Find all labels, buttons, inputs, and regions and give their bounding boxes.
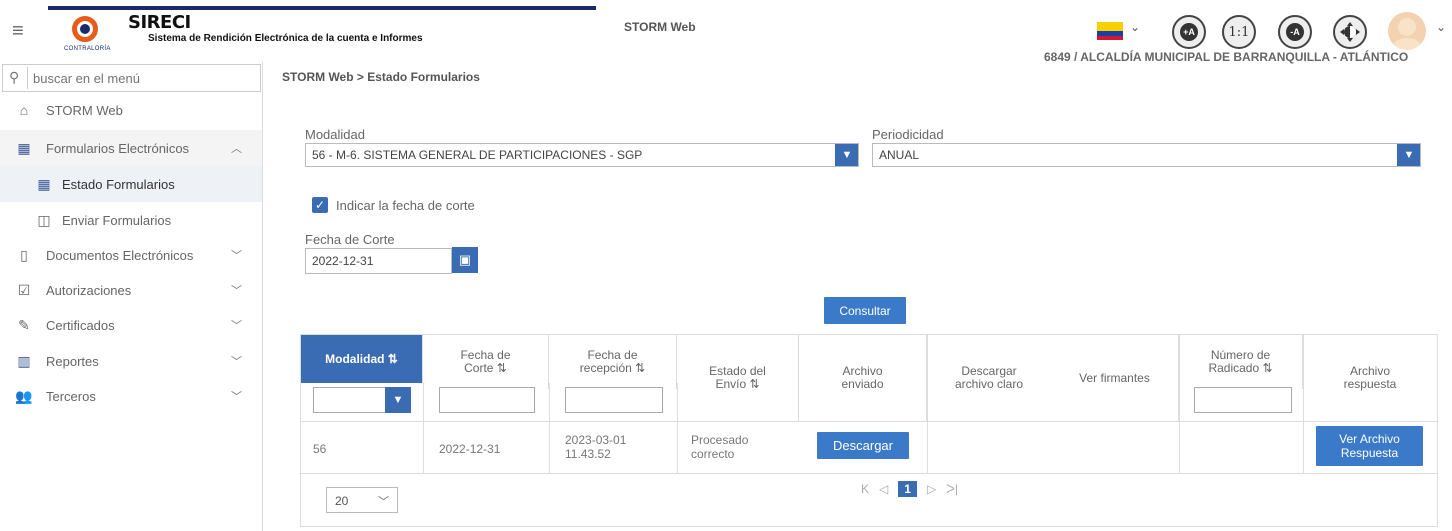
modalidad-select[interactable]: 56 - M-6. SISTEMA GENERAL DE PARTICIPACI… bbox=[305, 143, 859, 167]
column-header-modalidad[interactable]: Modalidad ⇅ bbox=[301, 335, 423, 383]
consultar-button[interactable]: Consultar bbox=[824, 297, 906, 324]
sidebar-item-storm-web[interactable]: ⌂ STORM Web bbox=[0, 92, 262, 128]
reset-font-button[interactable]: 1:1 bbox=[1222, 15, 1256, 49]
descargar-button[interactable]: Descargar bbox=[817, 432, 909, 459]
dropdown-arrow-icon[interactable]: ▼ bbox=[385, 387, 411, 413]
cell-fecha-recepcion: 2023-03-01 11.43.52 bbox=[565, 433, 627, 461]
dropdown-arrow-icon[interactable]: ▼ bbox=[835, 144, 858, 166]
top-header: ≡ CONTRALORÍA SIRECI Sistema de Rendició… bbox=[0, 0, 1452, 64]
cell-fecha-corte: 2022-12-31 bbox=[439, 442, 501, 456]
language-chevron-down-icon[interactable]: ⌄ bbox=[1130, 20, 1140, 34]
chevron-down-icon: ﹀ bbox=[231, 391, 242, 403]
menu-search[interactable]: ⚲ bbox=[2, 64, 261, 92]
fecha-corte-checkbox-label: Indicar la fecha de corte bbox=[336, 198, 475, 213]
fecha-corte-input[interactable]: 2022-12-31 bbox=[305, 248, 452, 274]
table-icon: ▦ bbox=[17, 139, 31, 156]
fecha-corte-filter-input[interactable] bbox=[439, 387, 535, 413]
decrease-font-button[interactable]: -A bbox=[1278, 15, 1312, 49]
modalidad-filter-select[interactable]: ▼ bbox=[313, 387, 411, 413]
user-chevron-down-icon[interactable]: ⌄ bbox=[1436, 20, 1446, 34]
prev-page-icon[interactable]: ◁ bbox=[879, 482, 888, 496]
column-header-ver-firmantes: Ver firmantes bbox=[1051, 335, 1179, 421]
chevron-down-icon: ﹀ bbox=[231, 320, 242, 332]
calendar-icon[interactable]: ▣ bbox=[452, 247, 478, 273]
next-page-icon[interactable]: ▷ bbox=[927, 482, 936, 496]
fecha-corte-checkbox[interactable]: ✓ bbox=[312, 197, 328, 213]
calendar-check-icon: ☑ bbox=[17, 281, 31, 298]
radicado-filter-input[interactable] bbox=[1194, 387, 1292, 413]
increase-font-button[interactable]: +A bbox=[1172, 15, 1206, 49]
sidebar-item-terceros[interactable]: 👥 Terceros ﹀ bbox=[0, 378, 262, 414]
user-avatar[interactable] bbox=[1388, 12, 1426, 50]
periodicidad-select[interactable]: ANUAL ▼ bbox=[872, 143, 1421, 167]
page-1-button[interactable]: 1 bbox=[898, 481, 917, 497]
sireci-logo: CONTRALORÍA SIRECI Sistema de Rendición … bbox=[48, 6, 596, 54]
periodicidad-label: Periodicidad bbox=[872, 127, 944, 142]
contrast-toggle-icon[interactable] bbox=[1333, 15, 1367, 49]
home-icon: ⌂ bbox=[19, 102, 29, 118]
users-icon: 👥 bbox=[15, 387, 33, 404]
fecha-recepcion-filter-input[interactable] bbox=[565, 387, 663, 413]
sidebar-item-certificados[interactable]: ✎ Certificados ﹀ bbox=[0, 307, 262, 343]
sidebar-item-documentos-electronicos[interactable]: ▯ Documentos Electrónicos ﹀ bbox=[0, 237, 262, 273]
contraloria-emblem-icon: CONTRALORÍA bbox=[64, 14, 110, 54]
column-header-fecha-corte[interactable]: Fecha de Corte ⇅ bbox=[423, 335, 549, 389]
sidebar-item-autorizaciones[interactable]: ☑ Autorizaciones ﹀ bbox=[0, 272, 262, 308]
sidebar-item-reportes[interactable]: ▥ Reportes ﹀ bbox=[0, 343, 262, 379]
logo-subtitle: Sistema de Rendición Electrónica de la c… bbox=[148, 33, 423, 44]
column-header-archivo-respuesta: Archivo respuesta bbox=[1343, 364, 1397, 391]
logo-caption: CONTRALORÍA bbox=[64, 46, 111, 52]
document-icon: ▯ bbox=[20, 246, 28, 263]
colombia-flag-icon[interactable] bbox=[1097, 22, 1123, 40]
ver-archivo-respuesta-button[interactable]: Ver Archivo Respuesta bbox=[1316, 426, 1423, 466]
column-header-descargar-archivo-claro: Descargar archivo claro bbox=[954, 364, 1024, 391]
sidebar-item-enviar-formularios[interactable]: ◫ Enviar Formularios bbox=[0, 202, 262, 238]
logo-name: SIRECI bbox=[128, 12, 191, 33]
fecha-corte-label: Fecha de Corte bbox=[305, 232, 395, 247]
menu-search-input[interactable] bbox=[33, 68, 253, 88]
chevron-down-icon: ﹀ bbox=[231, 285, 242, 297]
grid-icon: ▦ bbox=[37, 175, 51, 192]
last-page-icon[interactable]: ᐳ| bbox=[946, 482, 958, 496]
edit-icon: ✎ bbox=[18, 316, 30, 333]
estado-formularios-table: Modalidad ⇅ Fecha de Corte ⇅ Fecha de re… bbox=[300, 334, 1438, 527]
chevron-down-icon: ﹀ bbox=[378, 496, 389, 508]
entity-label: 6849 / ALCALDÍA MUNICIPAL DE BARRANQUILL… bbox=[1044, 50, 1409, 64]
cell-estado-envio: Procesado correcto bbox=[691, 433, 749, 461]
page-size-select[interactable]: 20 ﹀ bbox=[326, 487, 398, 513]
search-icon: ⚲ bbox=[9, 69, 20, 85]
cell-modalidad: 56 bbox=[313, 442, 327, 456]
column-header-numero-radicado[interactable]: Número de Radicado ⇅ bbox=[1179, 335, 1303, 389]
bar-chart-icon: ▥ bbox=[17, 352, 31, 369]
app-title: STORM Web bbox=[624, 20, 696, 34]
breadcrumb: STORM Web > Estado Formularios bbox=[282, 70, 480, 84]
sidebar: ⚲ ⌂ STORM Web ▦ Formularios Electrónicos… bbox=[0, 62, 263, 531]
chevron-up-icon: ︿ bbox=[231, 143, 242, 155]
columns-icon: ◫ bbox=[37, 211, 51, 228]
modalidad-label: Modalidad bbox=[305, 127, 365, 142]
column-header-estado-envio[interactable]: Estado del Envío ⇅ bbox=[677, 335, 799, 421]
column-header-fecha-recepcion[interactable]: Fecha de recepción ⇅ bbox=[549, 335, 677, 389]
sidebar-item-formularios-electronicos[interactable]: ▦ Formularios Electrónicos ︿ bbox=[0, 130, 262, 166]
hamburger-menu-icon[interactable]: ≡ bbox=[12, 20, 24, 43]
dropdown-arrow-icon[interactable]: ▼ bbox=[1397, 144, 1420, 166]
pagination: K ◁ 1 ▷ ᐳ| bbox=[861, 481, 958, 497]
chevron-down-icon: ﹀ bbox=[231, 250, 242, 262]
logo-top-bar bbox=[48, 6, 596, 10]
column-header-archivo-enviado: Archivo enviado bbox=[799, 335, 927, 421]
chevron-down-icon: ﹀ bbox=[231, 356, 242, 368]
sidebar-item-estado-formularios[interactable]: ▦ Estado Formularios bbox=[0, 166, 262, 202]
first-page-icon[interactable]: K bbox=[861, 482, 869, 496]
